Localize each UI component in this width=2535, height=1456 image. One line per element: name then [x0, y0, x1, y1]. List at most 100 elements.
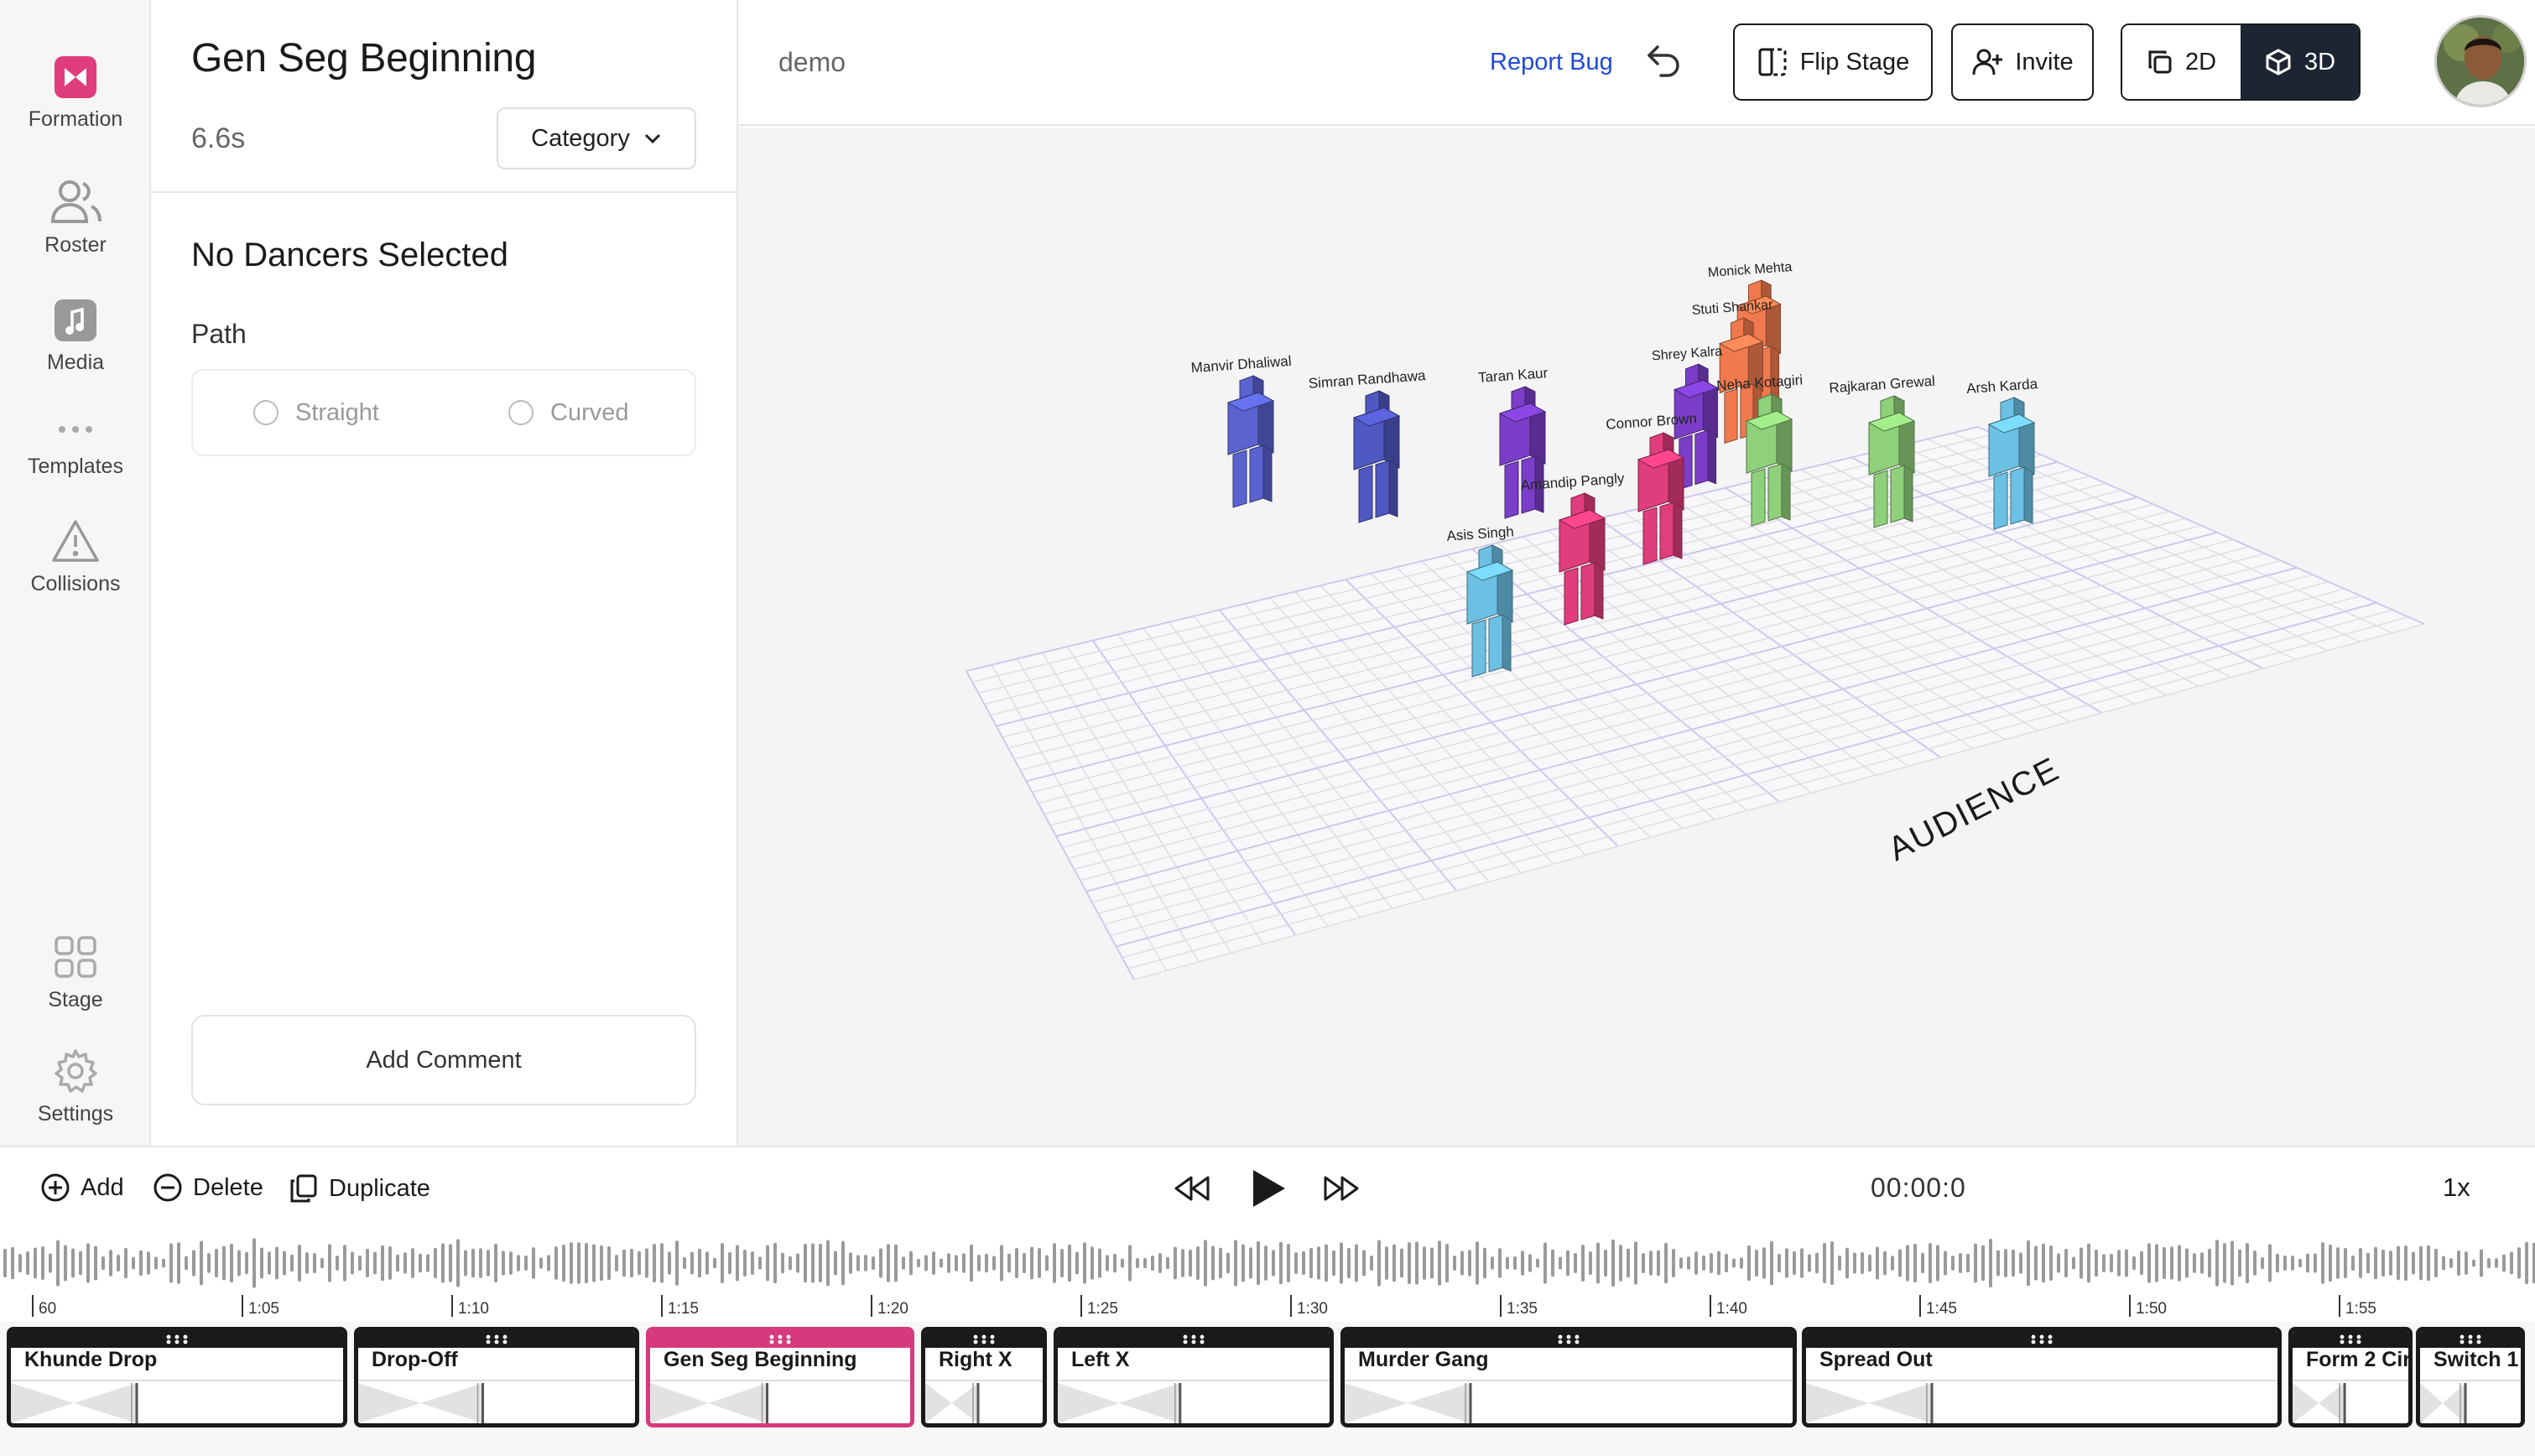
dancer-body-part: [1502, 614, 1512, 672]
dancer-body-part: [1249, 445, 1264, 503]
formation-block[interactable]: Drop-Off: [354, 1327, 639, 1427]
duplicate-formation-button[interactable]: Duplicate: [289, 1173, 430, 1204]
waveform-bar: [2525, 1241, 2528, 1285]
project-name[interactable]: demo: [778, 47, 846, 78]
waveform-bar: [2465, 1251, 2468, 1275]
waveform-bar: [162, 1258, 165, 1268]
flip-stage-button[interactable]: Flip Stage: [1733, 23, 1933, 101]
nav-formation[interactable]: Formation: [0, 55, 151, 132]
nav-templates[interactable]: Templates: [0, 413, 151, 479]
delete-formation-button[interactable]: Delete: [153, 1173, 263, 1203]
waveform-bar: [502, 1251, 505, 1276]
dancer-name-label: Simran Randhawa: [1308, 367, 1426, 392]
formation-block-label: Murder Gang: [1358, 1348, 1489, 1371]
waveform-bar: [169, 1243, 173, 1283]
add-formation-button[interactable]: Add: [40, 1173, 124, 1203]
transition-graphic: [650, 1383, 768, 1423]
waveform-bar: [1785, 1248, 1788, 1278]
audio-waveform[interactable]: [0, 1230, 2535, 1297]
formation-block[interactable]: Left X: [1054, 1327, 1334, 1427]
waveform-bar: [1589, 1251, 1592, 1276]
waveform-bar: [879, 1248, 882, 1278]
waveform-bar: [705, 1251, 709, 1275]
waveform-bar: [1627, 1248, 1630, 1278]
block-drag-handle[interactable]: [2293, 1331, 2408, 1348]
grip-icon: [768, 1334, 793, 1344]
invite-button[interactable]: Invite: [1951, 23, 2094, 101]
undo-button[interactable]: [1644, 40, 1684, 85]
waveform-bar: [2434, 1248, 2438, 1278]
path-options: Straight Curved: [191, 369, 696, 456]
block-drag-handle[interactable]: [11, 1331, 343, 1348]
rewind-button[interactable]: [1173, 1174, 1211, 1203]
waveform-bar: [494, 1243, 497, 1283]
category-dropdown[interactable]: Category: [497, 107, 696, 169]
nav-roster[interactable]: Roster: [0, 178, 151, 257]
formation-block[interactable]: Murder Gang: [1340, 1327, 1797, 1427]
formation-block[interactable]: Switch 1: [2416, 1327, 2525, 1427]
waveform-bar: [2283, 1255, 2287, 1271]
waveform-bar: [585, 1242, 588, 1284]
dancer-figure[interactable]: Taran Kaur: [1477, 365, 1549, 519]
waveform-bar: [2208, 1248, 2211, 1278]
avatar[interactable]: [2434, 15, 2527, 107]
waveform-bar: [56, 1240, 60, 1287]
block-drag-handle[interactable]: [650, 1331, 910, 1348]
formation-block[interactable]: Khunde Drop: [7, 1327, 347, 1427]
waveform-bar: [2049, 1245, 2053, 1281]
stage-canvas[interactable]: Monick Mehta Stuti Shankar Shrey Kalra Manv…: [738, 127, 2535, 1146]
block-drag-handle[interactable]: [358, 1331, 635, 1348]
waveform-bar: [1362, 1250, 1366, 1277]
stage-3d-view[interactable]: Monick MehtaStuti ShankarShrey KalraManv…: [738, 127, 2535, 1146]
block-drag-handle[interactable]: [1058, 1331, 1330, 1348]
view-3d-button[interactable]: 3D: [2241, 25, 2359, 99]
grip-icon: [2338, 1334, 2363, 1344]
dancer-figure[interactable]: Simran Randhawa: [1308, 367, 1427, 523]
dancer-body-part: [1388, 460, 1398, 517]
view-2d-button[interactable]: 2D: [2122, 25, 2241, 99]
waveform-bar: [252, 1238, 256, 1288]
waveform-bar: [532, 1247, 535, 1279]
waveform-bar: [1891, 1256, 1894, 1271]
dancer-figure[interactable]: Manvir Dhaliwal: [1190, 353, 1292, 508]
formation-block[interactable]: Form 2 Cir: [2288, 1327, 2413, 1427]
nav-media[interactable]: Media: [0, 299, 151, 375]
waveform-bar: [856, 1255, 860, 1271]
formation-block[interactable]: Right X: [921, 1327, 1047, 1427]
formation-block[interactable]: Spread Out: [1802, 1327, 2282, 1427]
dancer-body-part: [2010, 466, 2025, 525]
path-curved-radio[interactable]: Curved: [508, 371, 629, 455]
fast-forward-button[interactable]: [1322, 1174, 1361, 1203]
waveform-bar: [1838, 1256, 1841, 1271]
report-bug-link[interactable]: Report Bug: [1490, 49, 1613, 76]
path-straight-radio[interactable]: Straight: [253, 371, 379, 455]
waveform-bar: [2389, 1251, 2392, 1276]
dancer-body-part: [1673, 502, 1683, 559]
waveform-bar: [1732, 1258, 1736, 1268]
top-bar: demo Report Bug Flip Stage Invite 2D 3D: [738, 0, 2535, 126]
waveform-bar: [426, 1254, 429, 1272]
dancer-name-label: Taran Kaur: [1477, 365, 1549, 386]
nav-settings[interactable]: Settings: [0, 1048, 151, 1126]
play-button[interactable]: [1250, 1167, 1287, 1209]
copy-icon: [2148, 50, 2172, 74]
dancer-body-part: [1724, 388, 1738, 444]
block-drag-handle[interactable]: [1345, 1331, 1793, 1348]
formation-title[interactable]: Gen Seg Beginning: [191, 35, 537, 81]
music-icon: [55, 299, 96, 341]
waveform-bar: [1551, 1249, 1554, 1277]
dancer-body-part: [1504, 460, 1519, 519]
waveform-bar: [2178, 1245, 2181, 1282]
waveform-bar: [403, 1252, 407, 1274]
nav-stage[interactable]: Stage: [0, 934, 151, 1012]
block-drag-handle[interactable]: [2420, 1331, 2521, 1348]
block-drag-handle[interactable]: [1806, 1331, 2277, 1348]
waveform-bar: [1257, 1240, 1260, 1286]
formation-block[interactable]: Gen Seg Beginning: [646, 1327, 914, 1427]
add-comment-button[interactable]: Add Comment: [191, 1015, 696, 1105]
block-drag-handle[interactable]: [925, 1331, 1043, 1348]
playback-speed[interactable]: 1x: [2443, 1173, 2470, 1203]
waveform-bar: [781, 1252, 784, 1274]
nav-collisions[interactable]: Collisions: [0, 518, 151, 596]
grip-icon: [971, 1334, 997, 1344]
